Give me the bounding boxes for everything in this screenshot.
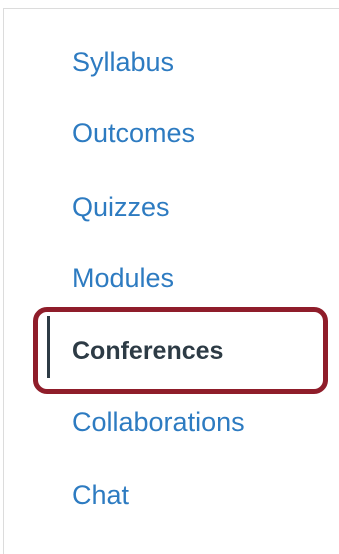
nav-item-outcomes[interactable]: Outcomes	[72, 113, 195, 153]
course-navigation-screenshot: Syllabus Outcomes Quizzes Modules Confer…	[0, 0, 339, 554]
nav-item-quizzes[interactable]: Quizzes	[72, 187, 170, 227]
course-navigation-panel: Syllabus Outcomes Quizzes Modules Confer…	[0, 0, 339, 554]
nav-item-chat[interactable]: Chat	[72, 475, 129, 515]
course-nav-list: Syllabus Outcomes Quizzes Modules Confer…	[0, 0, 339, 554]
nav-item-syllabus[interactable]: Syllabus	[72, 42, 174, 82]
nav-item-collaborations[interactable]: Collaborations	[72, 402, 245, 442]
callout-highlight-box	[33, 307, 328, 394]
nav-item-modules[interactable]: Modules	[72, 258, 174, 298]
